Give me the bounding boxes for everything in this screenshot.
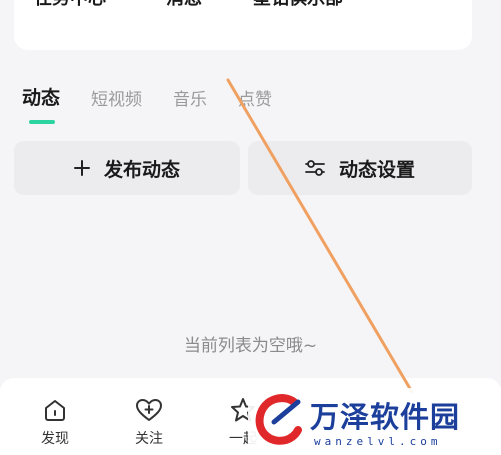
watermark-url: wanzelvl.com bbox=[314, 435, 442, 448]
nav-item-follow[interactable]: 关注 bbox=[119, 396, 179, 448]
publish-dynamic-label: 发布动态 bbox=[103, 158, 180, 181]
task-center-link[interactable]: 任务中心 bbox=[34, 0, 106, 10]
nav-label-follow: 关注 bbox=[135, 431, 163, 447]
watermark-logo-icon bbox=[255, 394, 302, 445]
heart-plus-icon bbox=[136, 399, 162, 421]
watermark: 万泽软件园 wanzelvl.com bbox=[248, 388, 501, 455]
tab-dynamics[interactable]: 动态 bbox=[22, 86, 60, 110]
plus-icon bbox=[73, 160, 90, 176]
star-club-link[interactable]: 星钻俱乐部 bbox=[253, 0, 343, 10]
tab-short-video[interactable]: 短视频 bbox=[91, 88, 142, 112]
home-icon bbox=[45, 400, 65, 421]
tab-music[interactable]: 音乐 bbox=[173, 88, 207, 112]
nav-item-discover[interactable]: 发现 bbox=[25, 396, 85, 448]
tab-likes[interactable]: 点赞 bbox=[238, 88, 272, 112]
publish-dynamic-button[interactable]: 发布动态 bbox=[14, 141, 240, 195]
top-card: 任务中心 消息 星钻俱乐部 bbox=[14, 0, 472, 50]
messages-link[interactable]: 消息 bbox=[166, 0, 202, 10]
dynamic-settings-label: 动态设置 bbox=[338, 158, 415, 181]
dynamic-settings-button[interactable]: 动态设置 bbox=[248, 141, 472, 195]
sliders-icon bbox=[305, 160, 325, 176]
nav-label-discover: 发现 bbox=[41, 431, 69, 447]
watermark-title: 万泽软件园 bbox=[310, 400, 461, 434]
content-tabs: 动态 短视频 音乐 点赞 bbox=[0, 86, 501, 126]
empty-list-message: 当前列表为空哦~ bbox=[183, 336, 318, 356]
active-tab-indicator bbox=[29, 120, 55, 124]
